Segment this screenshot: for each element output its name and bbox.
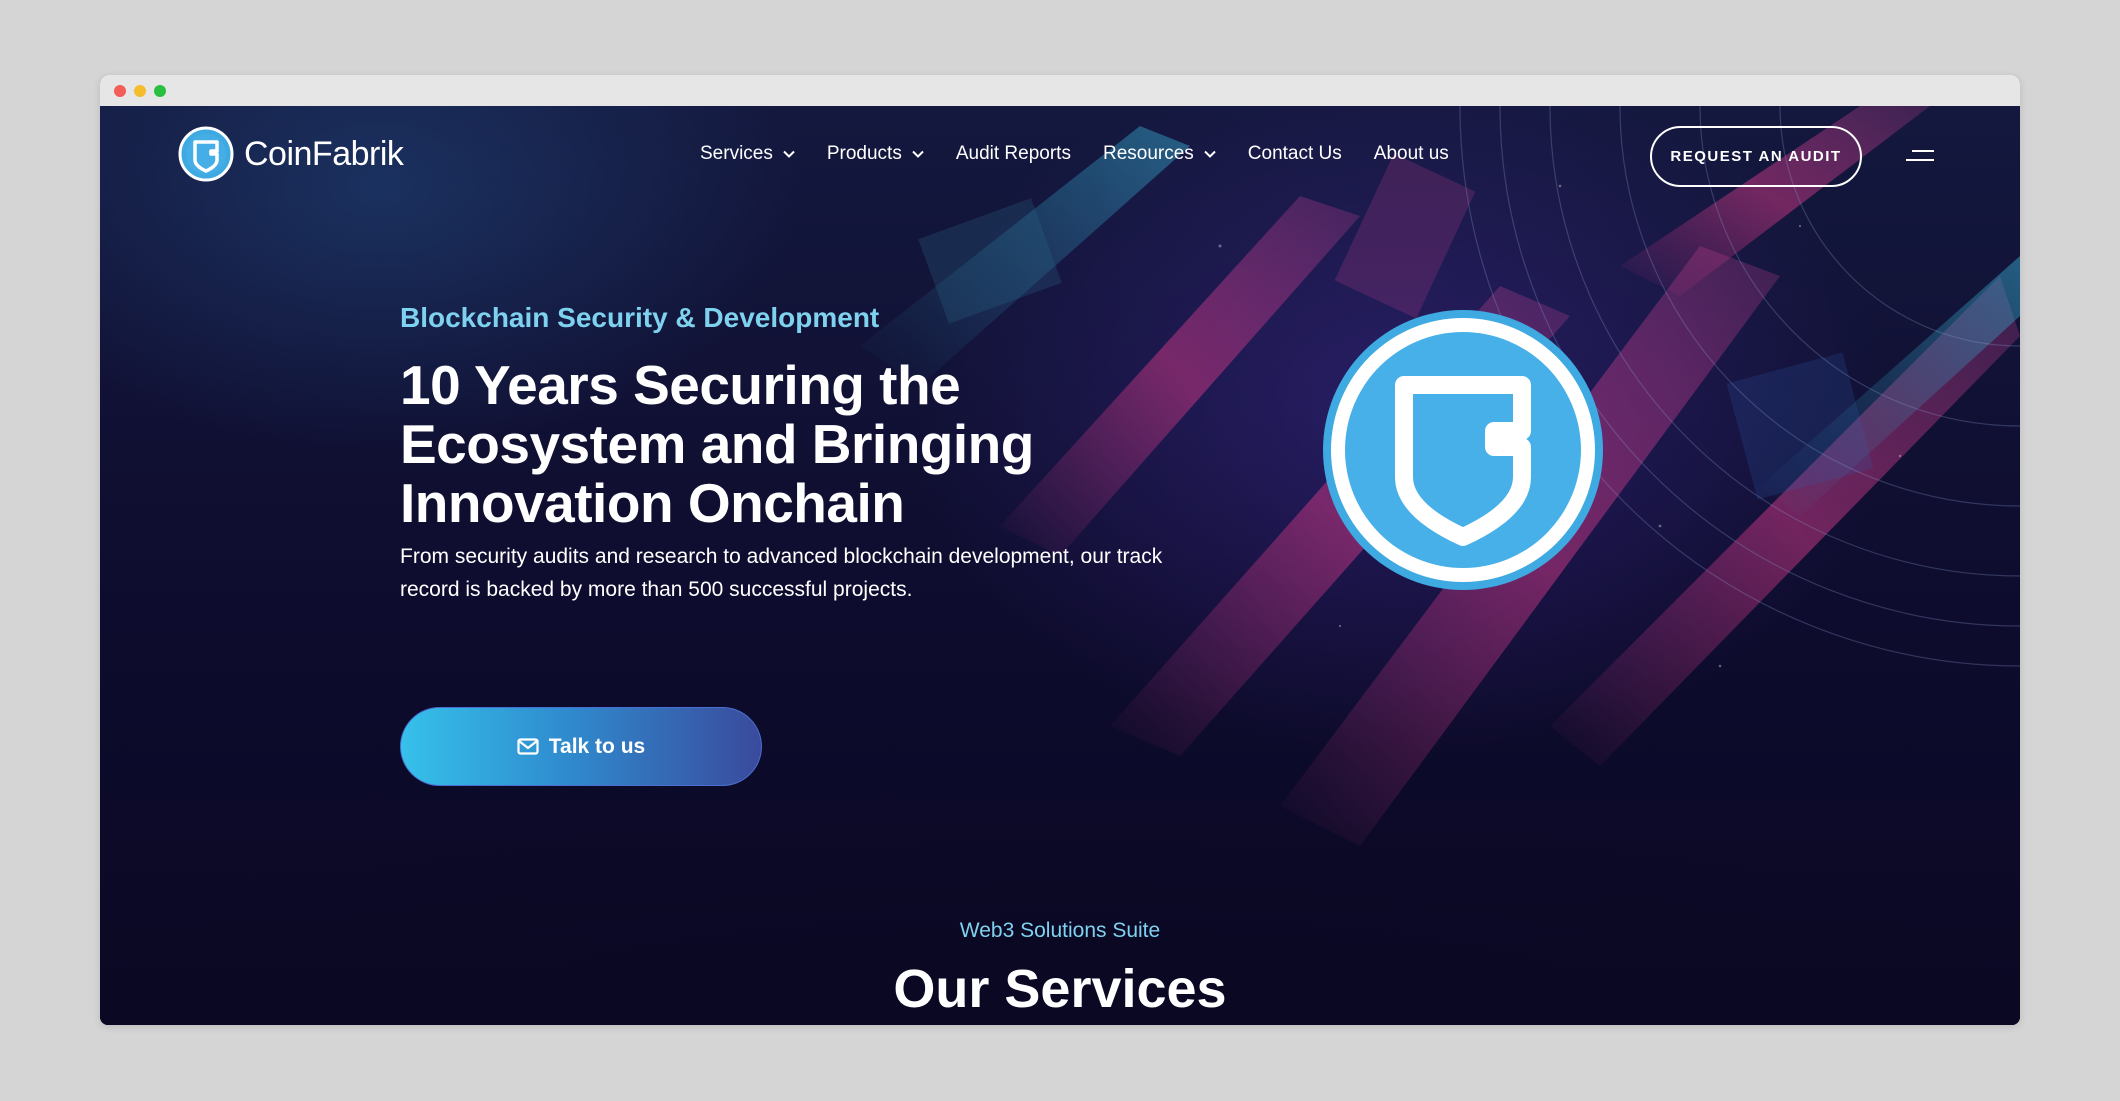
hero-page: CoinFabrik Services Products Audit Repor… [100,106,2020,1025]
talk-to-us-label: Talk to us [548,734,646,758]
request-audit-button[interactable]: REQUEST AN AUDIT [1650,126,1862,187]
shield-logo-icon [1323,310,1603,590]
nav-item-label: Services [700,143,773,164]
envelope-icon [517,738,539,755]
nav-item-label: About us [1373,143,1449,164]
hamburger-menu-icon[interactable] [1906,149,1936,163]
talk-to-us-button[interactable]: Talk to us [400,707,762,786]
services-eyebrow: Web3 Solutions Suite [959,919,1161,942]
nav-item-label: Contact Us [1247,143,1342,164]
nav-item-label: Products [826,143,902,164]
nav-item-audit-reports[interactable]: Audit Reports [956,143,1071,165]
nav-item-label: Resources [1102,143,1194,164]
close-window-button[interactable] [114,85,126,97]
hero-title-line: Innovation Onchain [400,472,905,534]
hero-eyebrow: Blockchain Security & Development [400,302,880,333]
nav-item-resources[interactable]: Resources [1103,143,1216,165]
chevron-down-icon [912,150,924,158]
site-logo[interactable]: CoinFabrik [178,124,404,184]
hero-subtitle: From security audits and research to adv… [400,545,1163,601]
nav-item-products[interactable]: Products [827,143,924,165]
chevron-down-icon [1204,150,1216,158]
main-nav: Services Products Audit Reports Resource… [700,136,1481,172]
shield-logo-icon [178,126,234,182]
nav-item-contact-us[interactable]: Contact Us [1248,143,1342,165]
logo-text: CoinFabrik [244,134,404,173]
browser-window: CoinFabrik Services Products Audit Repor… [100,75,2020,1025]
browser-titlebar [100,75,2020,106]
nav-item-label: Audit Reports [955,143,1071,164]
services-title: Our Services [893,959,1227,1019]
hero-title: 10 Years Securing the Ecosystem and Brin… [400,356,1040,533]
maximize-window-button[interactable] [154,85,166,97]
nav-item-about-us[interactable]: About us [1374,143,1449,165]
minimize-window-button[interactable] [134,85,146,97]
hero-title-line: 10 Years Securing the [400,354,961,416]
hero-title-line: Ecosystem and Bringing [400,413,1034,475]
nav-item-services[interactable]: Services [700,143,795,165]
chevron-down-icon [783,150,795,158]
